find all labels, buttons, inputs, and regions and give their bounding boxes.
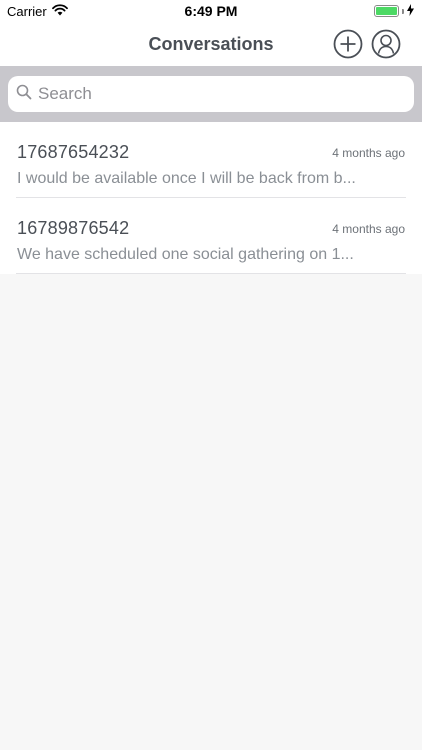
carrier-label: Carrier [7, 3, 47, 19]
search-box[interactable] [8, 76, 414, 112]
conversation-time: 4 months ago [332, 146, 405, 160]
conversations-screen: Carrier 6:49 PM Conversations Search 176… [0, 0, 422, 750]
plus-circle-icon [333, 29, 363, 59]
search-icon [16, 84, 32, 105]
battery-tip [402, 8, 404, 14]
new-conversation-button[interactable] [333, 29, 363, 59]
search-input[interactable] [38, 79, 398, 109]
conversation-name: 17687654232 [17, 142, 130, 162]
conversation-item[interactable]: 16789876542 4 months ago We have schedul… [0, 198, 422, 274]
wifi-icon [51, 3, 68, 19]
conversation-item[interactable]: 17687654232 4 months ago I would be avai… [0, 122, 422, 198]
charging-bolt-icon [407, 3, 414, 19]
profile-button[interactable] [371, 29, 401, 59]
conversation-list: 17687654232 4 months ago I would be avai… [0, 122, 422, 274]
conversation-name: 16789876542 [17, 218, 130, 238]
status-right [374, 3, 414, 19]
conversation-preview: I would be available once I will be back… [17, 170, 356, 187]
user-circle-icon [371, 29, 401, 59]
battery-fill [376, 7, 397, 15]
search-bar [0, 66, 422, 122]
navigation-bar: Conversations [0, 22, 422, 66]
status-left: Carrier [7, 4, 68, 19]
status-bar: Carrier 6:49 PM [0, 0, 422, 22]
battery-icon [374, 5, 399, 17]
conversation-time: 4 months ago [332, 222, 405, 236]
conversation-preview: We have scheduled one social gathering o… [17, 246, 354, 263]
